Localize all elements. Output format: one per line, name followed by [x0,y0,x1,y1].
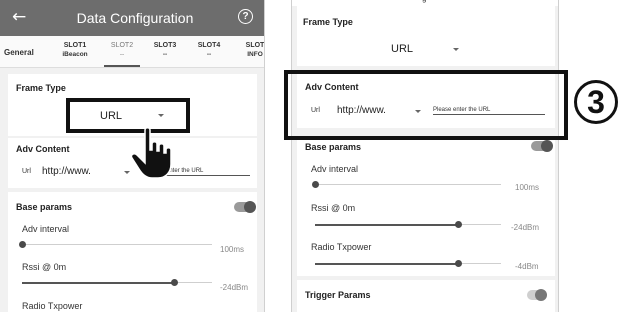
page-title: Data Configuration [76,10,194,26]
base-params-label: Base params [305,142,362,152]
radio-txpower-label: Radio Txpower [22,301,83,311]
app-bar: ← Data Configuration ? [0,0,264,36]
rssi-thumb[interactable] [454,221,462,228]
rssi-label: Rssi @ 0m [311,203,356,213]
adv-interval-slider[interactable] [22,244,212,245]
tab-general[interactable]: General [4,48,34,57]
slot-tab-bar: General SLOT1 iBeacon SLOT2 -- SLOT3 -- … [0,36,264,68]
rssi-slider-fill [22,282,174,284]
rssi-slider-fill [315,224,459,226]
tab-slot-info[interactable]: SLOT INFO [238,41,264,59]
arrow-left-icon[interactable]: ← [12,7,26,27]
pointing-hand-icon [130,127,172,179]
highlight-adv-content [284,70,568,140]
frame-type-value[interactable]: URL [391,43,413,55]
adv-interval-slider[interactable] [315,184,501,185]
step-number-badge: 3 [574,80,618,124]
adv-content-label: Adv Content [16,144,70,154]
base-params-card: Base params Adv interval 100ms Rssi @ 0m… [297,136,555,276]
frame-type-label: Frame Type [303,17,353,27]
chevron-down-icon[interactable] [453,48,459,51]
frame-type-card: Frame Type URL [297,6,555,66]
trigger-params-toggle[interactable] [527,289,547,301]
radio-txpower-value: -4dBm [515,262,539,271]
adv-interval-thumb[interactable] [18,241,26,248]
radio-txpower-thumb[interactable] [454,260,462,267]
frame-type-label: Frame Type [16,83,66,93]
url-scheme-select[interactable]: http://www. [42,166,91,177]
tab-slot3[interactable]: SLOT3 -- [148,41,182,59]
adv-interval-thumb[interactable] [311,181,319,188]
base-params-label: Base params [16,202,73,212]
trigger-params-card: Trigger Params [297,280,555,312]
question-circle-icon[interactable]: ? [238,9,253,24]
right-phone-screen: g Frame Type URL Adv Content Url http://… [291,0,559,312]
url-prefix-label: Url [22,168,31,175]
base-params-toggle[interactable] [234,201,256,213]
rssi-thumb[interactable] [170,279,178,286]
base-params-toggle[interactable] [531,140,553,152]
rssi-value: -24dBm [220,283,249,292]
tab-slot1[interactable]: SLOT1 iBeacon [58,41,92,59]
trigger-params-label: Trigger Params [305,290,371,300]
tab-slot2[interactable]: SLOT2 -- [104,41,140,59]
base-params-card: Base params Adv interval 100ms Rssi @ 0m… [8,192,257,312]
cropped-title-fragment: g [422,0,426,3]
rssi-value: -24dBm [511,223,540,232]
radio-txpower-slider-fill [315,263,459,265]
active-tab-indicator [104,65,140,67]
rssi-label: Rssi @ 0m [22,262,67,272]
radio-txpower-label: Radio Txpower [311,242,372,252]
adv-interval-value: 100ms [515,183,540,192]
adv-interval-value: 100ms [220,245,245,254]
adv-interval-label: Adv interval [311,164,359,174]
adv-interval-label: Adv interval [22,224,70,234]
tab-slot4[interactable]: SLOT4 -- [192,41,226,59]
